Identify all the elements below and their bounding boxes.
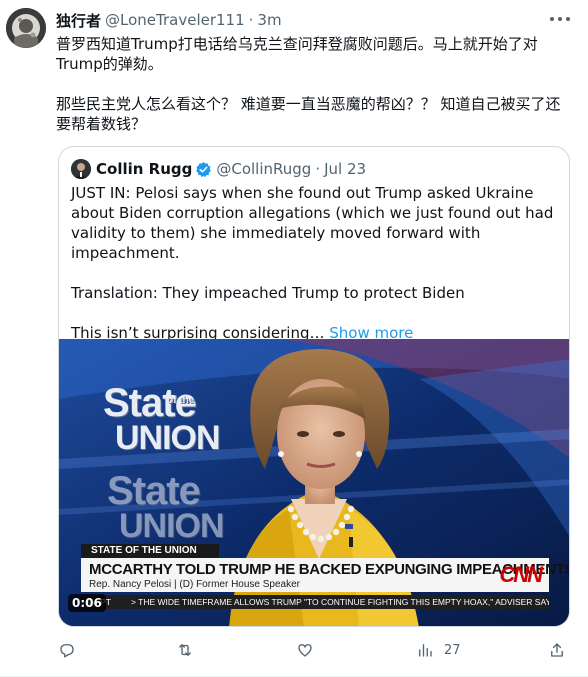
verified-badge-icon	[196, 161, 212, 177]
retweet-icon	[179, 644, 191, 656]
cnn-logo: CNN	[499, 562, 543, 587]
reply-button[interactable]	[58, 640, 86, 660]
tweet-card[interactable]: 独行者 @LoneTraveler111 · 3m 普罗西知道Trump打电话给…	[0, 0, 588, 677]
share-icon	[551, 643, 563, 657]
show-brand-union-reflection: UNION	[119, 507, 225, 545]
video-player[interactable]: State of the UNION State UNION STATE OF …	[59, 339, 569, 626]
video-duration-badge: 0:06	[68, 594, 106, 612]
action-bar: 27	[56, 640, 570, 660]
quote-header: Collin Rugg @CollinRugg · Jul 23	[71, 158, 366, 180]
lower-third-banner: MCCARTHY TOLD TRUMP HE BACKED EXPUNGING …	[81, 558, 569, 592]
reply-icon	[60, 644, 74, 658]
more-icon[interactable]	[550, 12, 570, 26]
news-ticker: > THE WIDE TIMEFRAME ALLOWS TRUMP "TO CO…	[81, 595, 549, 609]
quote-text: JUST IN: Pelosi says when she found out …	[71, 183, 561, 343]
separator-dot: ·	[248, 11, 254, 29]
quote-avatar[interactable]	[71, 159, 91, 179]
like-button[interactable]	[296, 640, 324, 660]
quote-separator-dot: ·	[315, 160, 321, 178]
views-count: 27	[444, 642, 461, 658]
display-name[interactable]: 独行者	[56, 10, 101, 31]
views-button[interactable]: 27	[416, 640, 461, 660]
banner-headline: MCCARTHY TOLD TRUMP HE BACKED EXPUNGING …	[89, 561, 570, 578]
quote-handle[interactable]: @CollinRugg	[216, 160, 311, 178]
retweet-button[interactable]	[176, 640, 204, 660]
share-button[interactable]	[548, 640, 566, 660]
program-tag: STATE OF THE UNION	[81, 544, 219, 558]
like-icon	[298, 644, 312, 657]
avatar[interactable]	[6, 8, 46, 48]
banner-subline: Rep. Nancy Pelosi | (D) Former House Spe…	[89, 579, 301, 590]
tweet-text: 普罗西知道Trump打电话给乌克兰查问拜登腐败问题后。马上就开始了对Trump的…	[56, 35, 561, 133]
quote-display-name[interactable]: Collin Rugg	[96, 160, 192, 178]
views-icon	[419, 644, 432, 657]
user-handle[interactable]: @LoneTraveler111	[105, 11, 245, 29]
tweet-header: 独行者 @LoneTraveler111 · 3m	[56, 10, 282, 30]
quoted-tweet[interactable]: Collin Rugg @CollinRugg · Jul 23 JUST IN…	[58, 146, 570, 627]
show-brand-union: UNION	[115, 419, 221, 457]
timestamp[interactable]: 3m	[257, 11, 281, 29]
quote-body: JUST IN: Pelosi says when she found out …	[71, 184, 554, 342]
quote-timestamp[interactable]: Jul 23	[324, 160, 366, 178]
show-brand-of-the: of the	[167, 395, 195, 406]
